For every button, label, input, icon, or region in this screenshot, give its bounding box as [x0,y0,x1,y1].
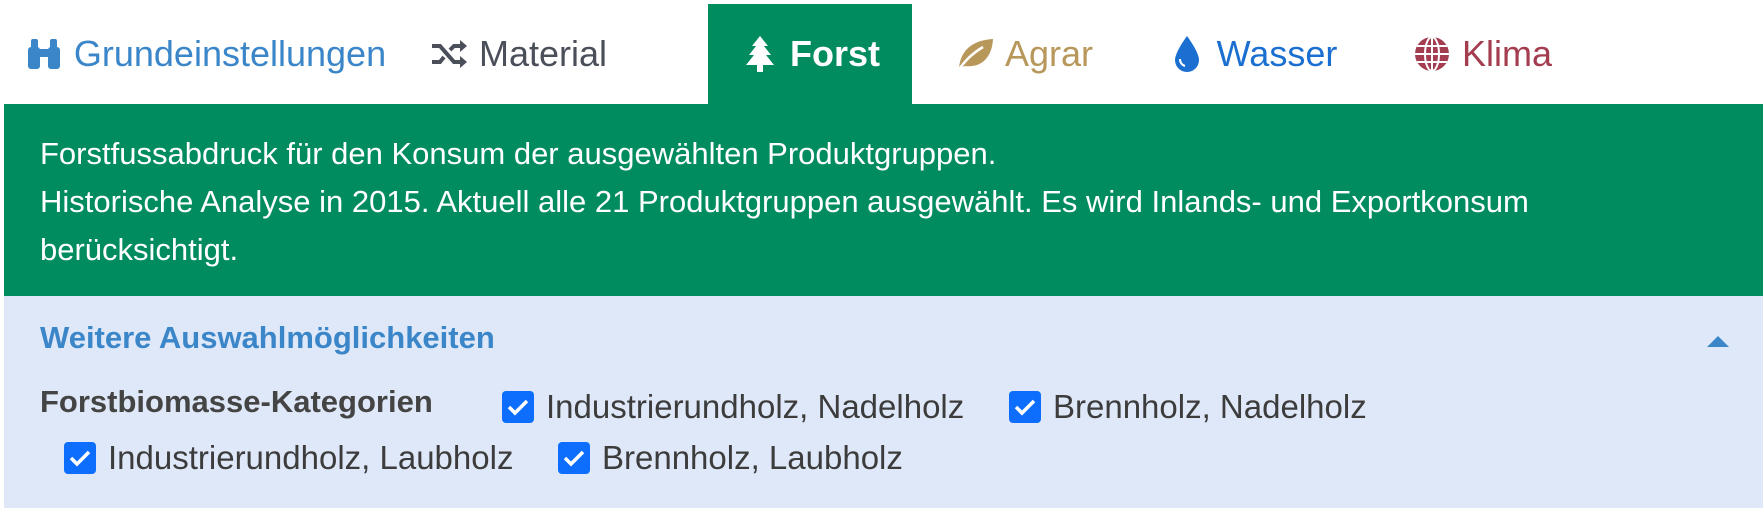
tab-material[interactable]: Material [418,4,618,104]
checkbox-checked-icon[interactable] [502,391,534,423]
tab-label: Grundeinstellungen [73,33,387,74]
checkbox-industrierundholz-laubholz[interactable]: Industrierundholz, Laubholz [64,439,513,477]
binoculars-icon [24,34,64,74]
description-line-2: Historische Analyse in 2015. Aktuell all… [40,184,1529,267]
checkbox-label: Industrierundholz, Laubholz [108,439,514,476]
leaf-icon [955,34,995,74]
checkbox-industrierundholz-nadelholz[interactable]: Industrierundholz, Nadelholz [502,388,964,426]
checkbox-label: Industrierundholz, Nadelholz [546,388,965,425]
checkbox-checked-icon[interactable] [64,442,96,474]
tab-label: Forst [790,33,880,74]
tab-klima[interactable]: Klima [1402,4,1562,104]
checkbox-checked-icon[interactable] [1009,391,1041,423]
checkbox-checked-icon[interactable] [558,442,590,474]
checkbox-brennholz-nadelholz[interactable]: Brennholz, Nadelholz [1009,388,1367,426]
tab-label: Material [478,33,608,74]
tab-label: Wasser [1216,33,1338,74]
tab-forst[interactable]: Forst [708,4,912,104]
shuffle-icon [429,34,469,74]
tab-grundeinstellungen[interactable]: Grundeinstellungen [20,4,390,104]
more-options-panel: Weitere Auswahlmöglichkeiten Forstbiomas… [4,296,1763,508]
tree-icon [740,34,780,74]
more-options-toggle[interactable]: Weitere Auswahlmöglichkeiten [40,320,495,356]
checkbox-label: Brennholz, Laubholz [602,439,903,476]
tab-agrar[interactable]: Agrar [944,4,1104,104]
tab-bar: Grundeinstellungen Material Forst Agrar … [0,0,1763,104]
caret-up-icon[interactable] [1707,336,1729,347]
globe-icon [1412,34,1452,74]
forest-biomass-category-label: Forstbiomasse-Kategorien [40,384,433,419]
checkbox-label: Brennholz, Nadelholz [1053,388,1367,425]
tab-label: Klima [1461,33,1553,74]
forst-description-panel: Forstfussabdruck für den Konsum der ausg… [4,104,1763,296]
checkbox-brennholz-laubholz[interactable]: Brennholz, Laubholz [558,439,903,477]
tab-label: Agrar [1004,33,1094,74]
tab-wasser[interactable]: Wasser [1162,4,1342,104]
description-line-1: Forstfussabdruck für den Konsum der ausg… [40,136,997,171]
water-drop-icon [1167,34,1207,74]
